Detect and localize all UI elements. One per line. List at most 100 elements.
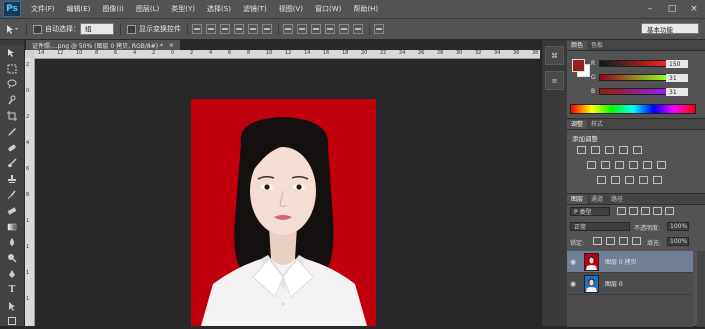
shape-icon[interactable] <box>0 314 24 329</box>
blue-channel-slider[interactable] <box>599 88 667 95</box>
align-left-icon[interactable] <box>234 24 244 34</box>
menu-item[interactable]: 图像(I) <box>96 4 130 14</box>
dodge-icon[interactable] <box>0 250 24 266</box>
invert-icon[interactable] <box>597 176 606 184</box>
menu-item[interactable]: 视图(V) <box>273 4 309 14</box>
tab-layers[interactable]: 图层 <box>567 195 588 204</box>
photo-filter-icon[interactable] <box>629 161 638 169</box>
clone-stamp-icon[interactable] <box>0 171 24 187</box>
align-vcenter-icon[interactable] <box>206 24 216 34</box>
black-white-icon[interactable] <box>615 161 624 169</box>
move-tool-preset[interactable] <box>4 23 20 35</box>
filter-adjustment-icon[interactable] <box>629 207 638 215</box>
vibrance-icon[interactable] <box>633 146 642 154</box>
brush-icon[interactable] <box>0 156 24 172</box>
menu-item[interactable]: 图层(L) <box>130 4 165 14</box>
eraser-icon[interactable] <box>0 203 24 219</box>
properties-panel-icon[interactable]: ≡ <box>545 71 564 90</box>
eyedropper-icon[interactable] <box>0 124 24 140</box>
color-spectrum-bar[interactable] <box>570 104 696 114</box>
quick-select-icon[interactable] <box>0 92 24 108</box>
show-transform-option[interactable]: 显示变换控件 <box>127 24 181 34</box>
distribute-bottom-icon[interactable] <box>311 24 321 34</box>
filter-smart-icon[interactable] <box>665 207 674 215</box>
foreground-color-swatch[interactable] <box>572 59 585 72</box>
blue-channel-input[interactable]: 31 <box>666 88 688 96</box>
maximize-button[interactable]: □ <box>662 1 682 16</box>
layer-row[interactable]: ◉ 图层 0 <box>567 273 693 295</box>
exposure-icon[interactable] <box>619 146 628 154</box>
pen-icon[interactable] <box>0 266 24 282</box>
fill-input[interactable]: 100% <box>667 237 689 246</box>
document-close-icon[interactable]: × <box>169 42 174 49</box>
menu-item[interactable]: 类型(Y) <box>165 4 201 14</box>
distribute-hcenter-icon[interactable] <box>339 24 349 34</box>
brightness-contrast-icon[interactable] <box>577 146 586 154</box>
distribute-vcenter-icon[interactable] <box>297 24 307 34</box>
lock-all-icon[interactable] <box>632 237 641 245</box>
menu-item[interactable]: 编辑(E) <box>61 4 97 14</box>
tab-color[interactable]: 颜色 <box>567 41 588 50</box>
red-channel-input[interactable]: 150 <box>666 60 688 68</box>
green-channel-slider[interactable] <box>599 74 667 81</box>
crop-icon[interactable] <box>0 108 24 124</box>
tab-styles[interactable]: 样式 <box>587 120 607 129</box>
menu-item[interactable]: 滤镜(T) <box>237 4 273 14</box>
blend-mode-dropdown[interactable]: 正常 <box>570 222 630 231</box>
tab-paths[interactable]: 路径 <box>607 195 627 204</box>
layer-row[interactable]: ◉ 图层 0 拷贝 <box>567 251 693 273</box>
menu-item[interactable]: 窗口(W) <box>309 4 347 14</box>
gradient-map-icon[interactable] <box>639 176 648 184</box>
levels-icon[interactable] <box>591 146 600 154</box>
visibility-eye-icon[interactable]: ◉ <box>567 258 579 266</box>
lock-pixels-icon[interactable] <box>606 237 615 245</box>
tab-adjustments[interactable]: 调整 <box>567 120 588 129</box>
align-top-icon[interactable] <box>192 24 202 34</box>
menu-item[interactable]: 选择(S) <box>201 4 237 14</box>
auto-align-icon[interactable] <box>374 24 384 34</box>
lock-transparent-icon[interactable] <box>593 237 602 245</box>
layer-filter-dropdown[interactable]: P 类型 <box>570 207 610 216</box>
menu-item[interactable]: 帮助(H) <box>347 4 384 14</box>
green-channel-input[interactable]: 31 <box>666 74 688 82</box>
distribute-right-icon[interactable] <box>353 24 363 34</box>
filter-shape-icon[interactable] <box>653 207 662 215</box>
move-icon[interactable] <box>0 45 24 61</box>
opacity-input[interactable]: 100% <box>667 222 689 231</box>
tab-channels[interactable]: 通道 <box>587 195 607 204</box>
color-balance-icon[interactable] <box>601 161 610 169</box>
auto-select-checkbox[interactable] <box>33 24 42 34</box>
posterize-icon[interactable] <box>611 176 620 184</box>
blur-icon[interactable] <box>0 235 24 251</box>
menu-item[interactable]: 文件(F) <box>25 4 61 14</box>
distribute-top-icon[interactable] <box>283 24 293 34</box>
visibility-eye-icon[interactable]: ◉ <box>567 280 579 288</box>
layer-list-scrollbar[interactable] <box>697 251 705 327</box>
curves-icon[interactable] <box>605 146 614 154</box>
align-bottom-icon[interactable] <box>220 24 230 34</box>
color-lookup-icon[interactable] <box>657 161 666 169</box>
auto-select-option[interactable]: 自动选择： 组 <box>33 23 114 35</box>
selective-color-icon[interactable] <box>653 176 662 184</box>
portrait-image[interactable] <box>191 99 376 326</box>
channel-mixer-icon[interactable] <box>643 161 652 169</box>
gradient-icon[interactable] <box>0 219 24 235</box>
threshold-icon[interactable] <box>625 176 634 184</box>
history-panel-icon[interactable]: ⌘ <box>545 46 564 65</box>
close-window-button[interactable]: × <box>684 1 704 16</box>
tab-swatches[interactable]: 色板 <box>587 41 607 50</box>
type-icon[interactable]: T <box>0 282 24 298</box>
distribute-left-icon[interactable] <box>325 24 335 34</box>
marquee-icon[interactable] <box>0 61 24 77</box>
document-tab[interactable]: 证件照....png @ 50% (图层 0 拷贝, RGB/8#) * × <box>26 40 180 50</box>
align-hcenter-icon[interactable] <box>248 24 258 34</box>
red-channel-slider[interactable] <box>599 60 667 67</box>
auto-select-dropdown[interactable]: 组 <box>80 23 114 35</box>
filter-pixel-icon[interactable] <box>617 207 626 215</box>
show-transform-checkbox[interactable] <box>127 24 136 34</box>
align-right-icon[interactable] <box>262 24 272 34</box>
lasso-icon[interactable] <box>0 77 24 93</box>
horizontal-ruler[interactable]: 14 12 10 8 6 4 2 0 2 4 6 8 10 12 14 16 18 20 22 24 26 28 30 32 3… <box>34 50 540 59</box>
healing-icon[interactable] <box>0 140 24 156</box>
minimize-button[interactable]: – <box>640 1 660 16</box>
